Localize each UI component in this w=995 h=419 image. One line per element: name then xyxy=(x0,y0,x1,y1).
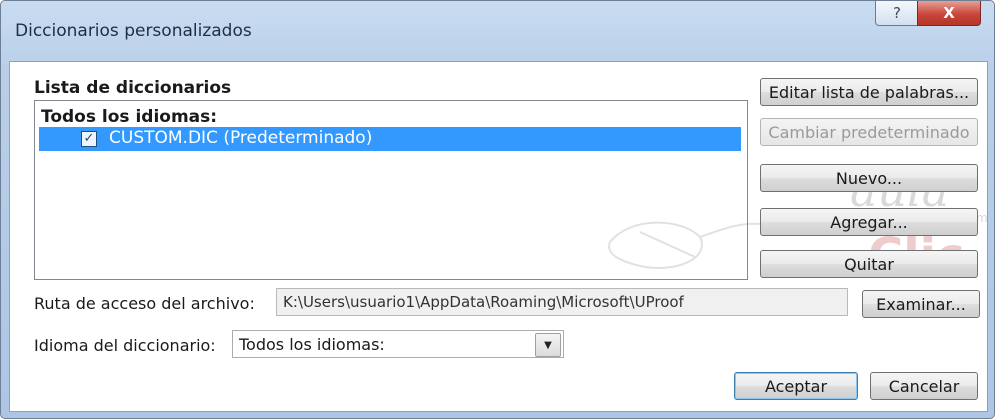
browse-label: Examinar... xyxy=(876,294,966,314)
remove-label: Quitar xyxy=(844,254,894,274)
dictionary-checkbox[interactable]: ✓ xyxy=(81,131,97,147)
dictionary-list-label: Lista de diccionarios xyxy=(34,78,232,98)
group-header: Todos los idiomas: xyxy=(41,107,218,127)
cancel-label: Cancelar xyxy=(888,376,960,396)
remove-button[interactable]: Quitar xyxy=(760,250,978,278)
edit-word-list-label: Editar lista de palabras... xyxy=(768,82,970,102)
close-icon: X xyxy=(943,4,955,22)
path-field[interactable] xyxy=(276,288,848,316)
accept-button[interactable]: Aceptar xyxy=(734,372,858,400)
language-select-value: Todos los idiomas: xyxy=(239,335,385,354)
language-label: Idioma del diccionario: xyxy=(34,336,216,355)
checkmark-icon: ✓ xyxy=(83,131,95,146)
language-select[interactable]: Todos los idiomas: ▼ xyxy=(232,330,564,358)
dialog-body: Lista de diccionarios Todos los idiomas:… xyxy=(9,61,988,412)
change-default-label: Cambiar predeterminado xyxy=(768,122,970,142)
chevron-down-icon[interactable]: ▼ xyxy=(535,333,561,357)
add-label: Agregar... xyxy=(830,212,908,232)
add-button[interactable]: Agregar... xyxy=(760,208,978,236)
accept-label: Aceptar xyxy=(764,376,828,396)
window-title: Diccionarios personalizados xyxy=(15,21,252,41)
list-item-label: CUSTOM.DIC (Predeterminado) xyxy=(109,128,373,148)
new-button[interactable]: Nuevo... xyxy=(760,164,978,192)
close-button[interactable]: X xyxy=(917,1,981,26)
path-label: Ruta de acceso del archivo: xyxy=(34,294,255,313)
new-label: Nuevo... xyxy=(835,168,903,188)
dialog-window: Diccionarios personalizados ? X Lista de… xyxy=(0,0,995,419)
change-default-button[interactable]: Cambiar predeterminado xyxy=(760,118,978,146)
dictionary-listbox[interactable]: Todos los idiomas: ✓ CUSTOM.DIC (Predete… xyxy=(34,100,748,280)
edit-word-list-button[interactable]: Editar lista de palabras... xyxy=(760,78,978,106)
help-button[interactable]: ? xyxy=(875,1,919,26)
browse-button[interactable]: Examinar... xyxy=(862,290,980,318)
cancel-button[interactable]: Cancelar xyxy=(870,372,978,400)
list-item[interactable]: ✓ CUSTOM.DIC (Predeterminado) xyxy=(39,127,741,151)
question-icon: ? xyxy=(893,4,901,22)
